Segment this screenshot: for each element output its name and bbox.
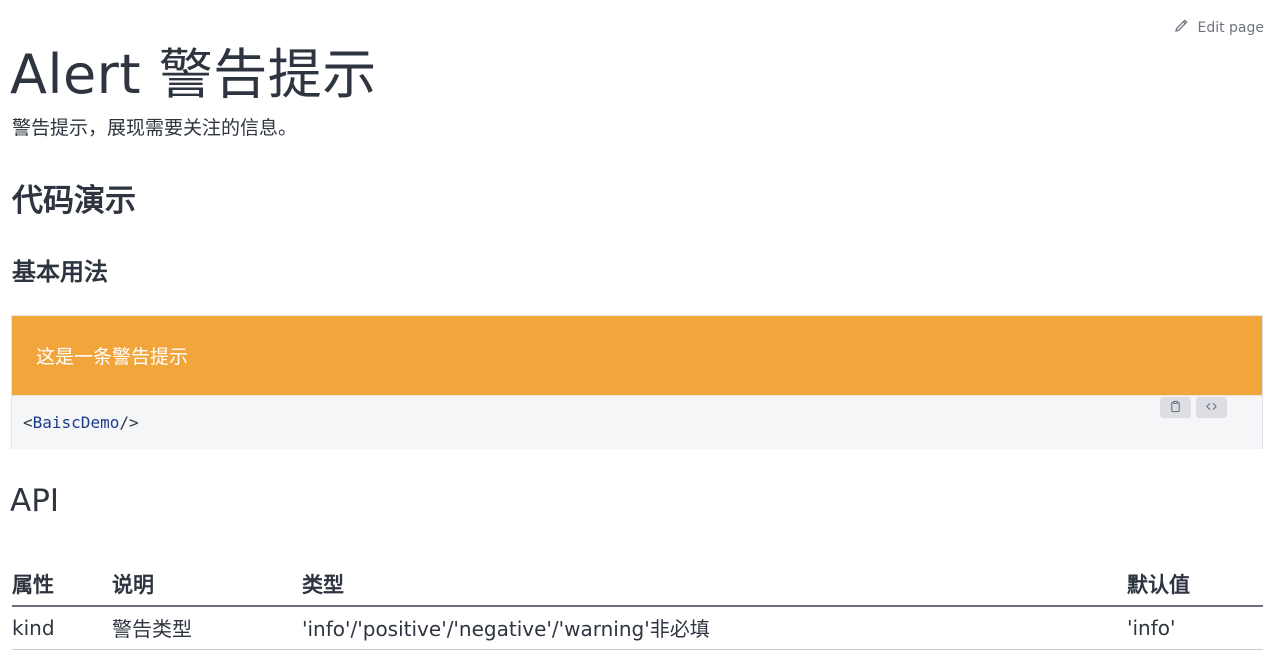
code-close-bracket: /> [119, 413, 139, 432]
table-header-row: 属性 说明 类型 默认值 [12, 562, 1263, 607]
section-heading-demo: 代码演示 [12, 183, 136, 219]
page-title: Alert 警告提示 [10, 43, 377, 106]
warning-alert: 这是一条警告提示 [12, 316, 1262, 395]
header-default: 默认值 [1127, 562, 1263, 607]
table-row: kind 警告类型 'info'/'positive'/'negative'/'… [12, 606, 1263, 650]
demo-code-bar: < BaiscDemo /> [12, 395, 1262, 449]
cell-default: 'info' [1127, 606, 1263, 650]
code-component-name: BaiscDemo [32, 413, 120, 432]
cell-type: 'info'/'positive'/'negative'/'warning'非必… [302, 606, 1127, 650]
code-actions [1160, 397, 1227, 418]
section-heading-basic-usage: 基本用法 [12, 258, 108, 286]
edit-page-label: Edit page [1197, 19, 1264, 36]
pencil-icon [1174, 18, 1189, 37]
code-open-bracket: < [23, 413, 33, 432]
header-description: 说明 [112, 562, 302, 607]
copy-code-button[interactable] [1160, 397, 1191, 418]
api-table: 属性 说明 类型 默认值 kind 警告类型 'info'/'positive'… [12, 562, 1263, 650]
edit-page-link[interactable]: Edit page [1174, 18, 1264, 37]
section-heading-api: API [10, 483, 60, 519]
doc-page: Edit page Alert 警告提示 警告提示，展现需要关注的信息。 代码演… [0, 0, 1280, 671]
cell-description: 警告类型 [112, 606, 302, 650]
clipboard-icon [1169, 398, 1182, 417]
header-property: 属性 [12, 562, 112, 607]
page-description: 警告提示，展现需要关注的信息。 [12, 117, 298, 139]
toggle-code-button[interactable] [1196, 397, 1227, 418]
header-type: 类型 [302, 562, 1127, 607]
code-icon [1205, 398, 1218, 417]
cell-property: kind [12, 606, 112, 650]
demo-card: 这是一条警告提示 < BaiscDemo /> [11, 315, 1263, 449]
alert-message: 这是一条警告提示 [36, 346, 189, 368]
